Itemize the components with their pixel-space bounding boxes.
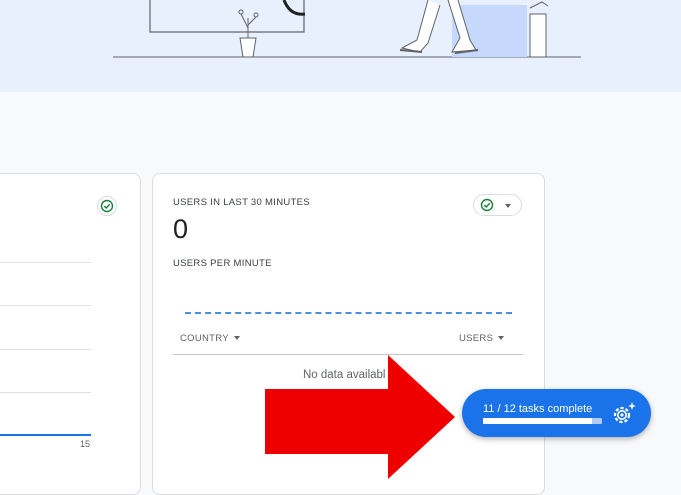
per-minute-chart bbox=[185, 312, 512, 314]
check-circle-icon bbox=[480, 198, 494, 212]
check-circle-icon bbox=[100, 199, 114, 213]
gear-sparkle-icon bbox=[613, 402, 636, 424]
chart-series-line bbox=[0, 434, 91, 436]
annotation-arrow bbox=[265, 355, 455, 479]
grid-line bbox=[0, 262, 91, 263]
grid-line bbox=[0, 392, 91, 393]
users-column-header[interactable]: USERS bbox=[459, 333, 505, 344]
country-column-header[interactable]: COUNTRY bbox=[180, 333, 240, 344]
x-axis-tick: 15 bbox=[80, 439, 91, 449]
setup-assistant-button[interactable]: 11 / 12 tasks complete bbox=[462, 389, 651, 437]
sort-caret-icon bbox=[498, 336, 505, 340]
tasks-progress-bar bbox=[483, 418, 602, 424]
chevron-down-icon bbox=[505, 204, 511, 208]
tasks-progress-fill bbox=[483, 418, 593, 424]
users-count-value: 0 bbox=[173, 214, 189, 244]
hero-illustration bbox=[113, 0, 581, 58]
sort-caret-icon bbox=[233, 336, 240, 340]
overview-card: 15 bbox=[0, 173, 141, 495]
users-last-30-min-heading: USERS IN LAST 30 MINUTES bbox=[173, 197, 310, 208]
users-per-minute-heading: USERS PER MINUTE bbox=[173, 258, 272, 269]
grid-line bbox=[0, 305, 91, 306]
status-dropdown-button[interactable] bbox=[473, 194, 522, 216]
hero-banner bbox=[0, 0, 681, 92]
grid-line bbox=[0, 349, 91, 350]
status-check-button[interactable] bbox=[97, 196, 117, 216]
tasks-complete-label: 11 / 12 tasks complete bbox=[483, 403, 593, 415]
